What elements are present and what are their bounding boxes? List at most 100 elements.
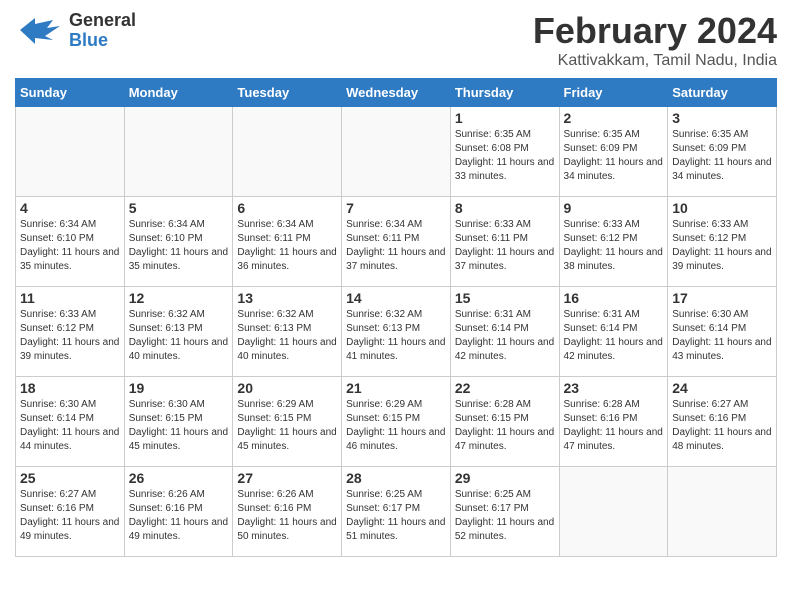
day-info: Sunrise: 6:32 AM Sunset: 6:13 PM Dayligh…	[237, 308, 337, 364]
month-title: February 2024	[533, 10, 777, 52]
day-info: Sunrise: 6:33 AM Sunset: 6:12 PM Dayligh…	[564, 218, 664, 274]
calendar-cell	[16, 107, 125, 197]
day-of-week-header: Sunday	[16, 79, 125, 107]
day-number: 4	[20, 200, 120, 216]
header: General Blue February 2024 Kattivakkam, …	[15, 10, 777, 70]
day-info: Sunrise: 6:29 AM Sunset: 6:15 PM Dayligh…	[237, 398, 337, 454]
day-number: 27	[237, 470, 337, 486]
day-number: 10	[672, 200, 772, 216]
day-number: 24	[672, 380, 772, 396]
day-of-week-header: Monday	[124, 79, 233, 107]
day-info: Sunrise: 6:35 AM Sunset: 6:09 PM Dayligh…	[672, 128, 772, 184]
calendar-cell: 4Sunrise: 6:34 AM Sunset: 6:10 PM Daylig…	[16, 197, 125, 287]
day-of-week-header: Saturday	[668, 79, 777, 107]
calendar-cell: 25 Sunrise: 6:27 AM Sunset: 6:16 PM Dayli…	[16, 467, 125, 557]
day-number: 18	[20, 380, 120, 396]
day-number: 26	[129, 470, 229, 486]
calendar-cell: 13 Sunrise: 6:32 AM Sunset: 6:13 PM Dayli…	[233, 287, 342, 377]
day-number: 25	[20, 470, 120, 486]
day-info: Sunrise: 6:34 AM Sunset: 6:11 PM Dayligh…	[237, 218, 337, 274]
day-of-week-header: Tuesday	[233, 79, 342, 107]
calendar-cell: 17 Sunrise: 6:30 AM Sunset: 6:14 PM Dayli…	[668, 287, 777, 377]
day-number: 29	[455, 470, 555, 486]
day-number: 5	[129, 200, 229, 216]
day-number: 15	[455, 290, 555, 306]
calendar-cell	[342, 107, 451, 197]
calendar-cell: 3 Sunrise: 6:35 AM Sunset: 6:09 PM Daylig…	[668, 107, 777, 197]
calendar-cell: 16Sunrise: 6:31 AM Sunset: 6:14 PM Dayli…	[559, 287, 668, 377]
day-number: 12	[129, 290, 229, 306]
day-number: 11	[20, 290, 120, 306]
calendar-week-row: 4 Sunrise: 6:34 AM Sunset: 6:10 PM Daylig…	[16, 197, 777, 287]
day-info: Sunrise: 6:30 AM Sunset: 6:14 PM Dayligh…	[20, 398, 120, 454]
calendar-cell	[559, 467, 668, 557]
calendar-cell: 1 Sunrise: 6:35 AM Sunset: 6:08 PM Daylig…	[450, 107, 559, 197]
calendar-cell	[233, 107, 342, 197]
day-number: 17	[672, 290, 772, 306]
day-number: 14	[346, 290, 446, 306]
day-number: 8	[455, 200, 555, 216]
day-number: 21	[346, 380, 446, 396]
calendar-cell: 5 Sunrise: 6:34 AM Sunset: 6:10 PM Daylig…	[124, 197, 233, 287]
calendar-header: SundayMondayTuesdayWednesdayThursdayFrid…	[16, 79, 777, 107]
day-info: Sunrise: 6:27 AM Sunset: 6:16 PM Dayligh…	[672, 398, 772, 454]
calendar-cell: 9Sunrise: 6:33 AM Sunset: 6:12 PM Daylig…	[559, 197, 668, 287]
day-info: Sunrise: 6:32 AM Sunset: 6:13 PM Dayligh…	[129, 308, 229, 364]
day-info: Sunrise: 6:30 AM Sunset: 6:15 PM Dayligh…	[129, 398, 229, 454]
calendar-week-row: 1 Sunrise: 6:35 AM Sunset: 6:08 PM Daylig…	[16, 107, 777, 197]
day-info: Sunrise: 6:34 AM Sunset: 6:10 PM Dayligh…	[129, 218, 229, 274]
calendar-cell	[124, 107, 233, 197]
day-number: 20	[237, 380, 337, 396]
calendar-week-row: 11 Sunrise: 6:33 AM Sunset: 6:12 PM Dayli…	[16, 287, 777, 377]
day-info: Sunrise: 6:30 AM Sunset: 6:14 PM Dayligh…	[672, 308, 772, 364]
location-subtitle: Kattivakkam, Tamil Nadu, India	[533, 52, 777, 70]
day-of-week-header: Wednesday	[342, 79, 451, 107]
day-info: Sunrise: 6:27 AM Sunset: 6:16 PM Dayligh…	[20, 488, 120, 544]
day-info: Sunrise: 6:28 AM Sunset: 6:16 PM Dayligh…	[564, 398, 664, 454]
day-number: 6	[237, 200, 337, 216]
day-info: Sunrise: 6:28 AM Sunset: 6:15 PM Dayligh…	[455, 398, 555, 454]
day-info: Sunrise: 6:31 AM Sunset: 6:14 PM Dayligh…	[455, 308, 555, 364]
day-info: Sunrise: 6:35 AM Sunset: 6:09 PM Dayligh…	[564, 128, 664, 184]
calendar-cell: 6 Sunrise: 6:34 AM Sunset: 6:11 PM Daylig…	[233, 197, 342, 287]
day-info: Sunrise: 6:33 AM Sunset: 6:11 PM Dayligh…	[455, 218, 555, 274]
calendar-cell: 15 Sunrise: 6:31 AM Sunset: 6:14 PM Dayli…	[450, 287, 559, 377]
day-info: Sunrise: 6:33 AM Sunset: 6:12 PM Dayligh…	[20, 308, 120, 364]
day-number: 13	[237, 290, 337, 306]
day-info: Sunrise: 6:26 AM Sunset: 6:16 PM Dayligh…	[237, 488, 337, 544]
calendar-cell: 21 Sunrise: 6:29 AM Sunset: 6:15 PM Dayli…	[342, 377, 451, 467]
calendar-cell: 8 Sunrise: 6:33 AM Sunset: 6:11 PM Daylig…	[450, 197, 559, 287]
calendar-cell: 14 Sunrise: 6:32 AM Sunset: 6:13 PM Dayli…	[342, 287, 451, 377]
calendar-cell: 10 Sunrise: 6:33 AM Sunset: 6:12 PM Dayli…	[668, 197, 777, 287]
calendar-week-row: 18 Sunrise: 6:30 AM Sunset: 6:14 PM Dayli…	[16, 377, 777, 467]
day-number: 3	[672, 110, 772, 126]
day-info: Sunrise: 6:32 AM Sunset: 6:13 PM Dayligh…	[346, 308, 446, 364]
calendar-cell: 22Sunrise: 6:28 AM Sunset: 6:15 PM Dayli…	[450, 377, 559, 467]
calendar-cell: 28Sunrise: 6:25 AM Sunset: 6:17 PM Dayli…	[342, 467, 451, 557]
title-area: February 2024 Kattivakkam, Tamil Nadu, I…	[533, 10, 777, 70]
day-info: Sunrise: 6:34 AM Sunset: 6:11 PM Dayligh…	[346, 218, 446, 274]
day-info: Sunrise: 6:25 AM Sunset: 6:17 PM Dayligh…	[346, 488, 446, 544]
calendar-cell: 26 Sunrise: 6:26 AM Sunset: 6:16 PM Dayli…	[124, 467, 233, 557]
logo-label: General Blue	[69, 11, 136, 51]
calendar-cell: 7Sunrise: 6:34 AM Sunset: 6:11 PM Daylig…	[342, 197, 451, 287]
calendar-cell: 29 Sunrise: 6:25 AM Sunset: 6:17 PM Dayli…	[450, 467, 559, 557]
calendar-cell: 11 Sunrise: 6:33 AM Sunset: 6:12 PM Dayli…	[16, 287, 125, 377]
calendar-cell: 27 Sunrise: 6:26 AM Sunset: 6:16 PM Dayli…	[233, 467, 342, 557]
day-info: Sunrise: 6:29 AM Sunset: 6:15 PM Dayligh…	[346, 398, 446, 454]
calendar-cell: 24 Sunrise: 6:27 AM Sunset: 6:16 PM Dayli…	[668, 377, 777, 467]
day-number: 19	[129, 380, 229, 396]
logo-general-text: General	[69, 11, 136, 31]
day-info: Sunrise: 6:33 AM Sunset: 6:12 PM Dayligh…	[672, 218, 772, 274]
header-row: SundayMondayTuesdayWednesdayThursdayFrid…	[16, 79, 777, 107]
logo-blue-text: Blue	[69, 31, 136, 51]
day-info: Sunrise: 6:26 AM Sunset: 6:16 PM Dayligh…	[129, 488, 229, 544]
day-number: 1	[455, 110, 555, 126]
calendar-body: 1 Sunrise: 6:35 AM Sunset: 6:08 PM Daylig…	[16, 107, 777, 557]
logo: General Blue	[15, 10, 136, 52]
day-info: Sunrise: 6:35 AM Sunset: 6:08 PM Dayligh…	[455, 128, 555, 184]
day-info: Sunrise: 6:31 AM Sunset: 6:14 PM Dayligh…	[564, 308, 664, 364]
day-info: Sunrise: 6:25 AM Sunset: 6:17 PM Dayligh…	[455, 488, 555, 544]
calendar-cell	[668, 467, 777, 557]
day-of-week-header: Thursday	[450, 79, 559, 107]
